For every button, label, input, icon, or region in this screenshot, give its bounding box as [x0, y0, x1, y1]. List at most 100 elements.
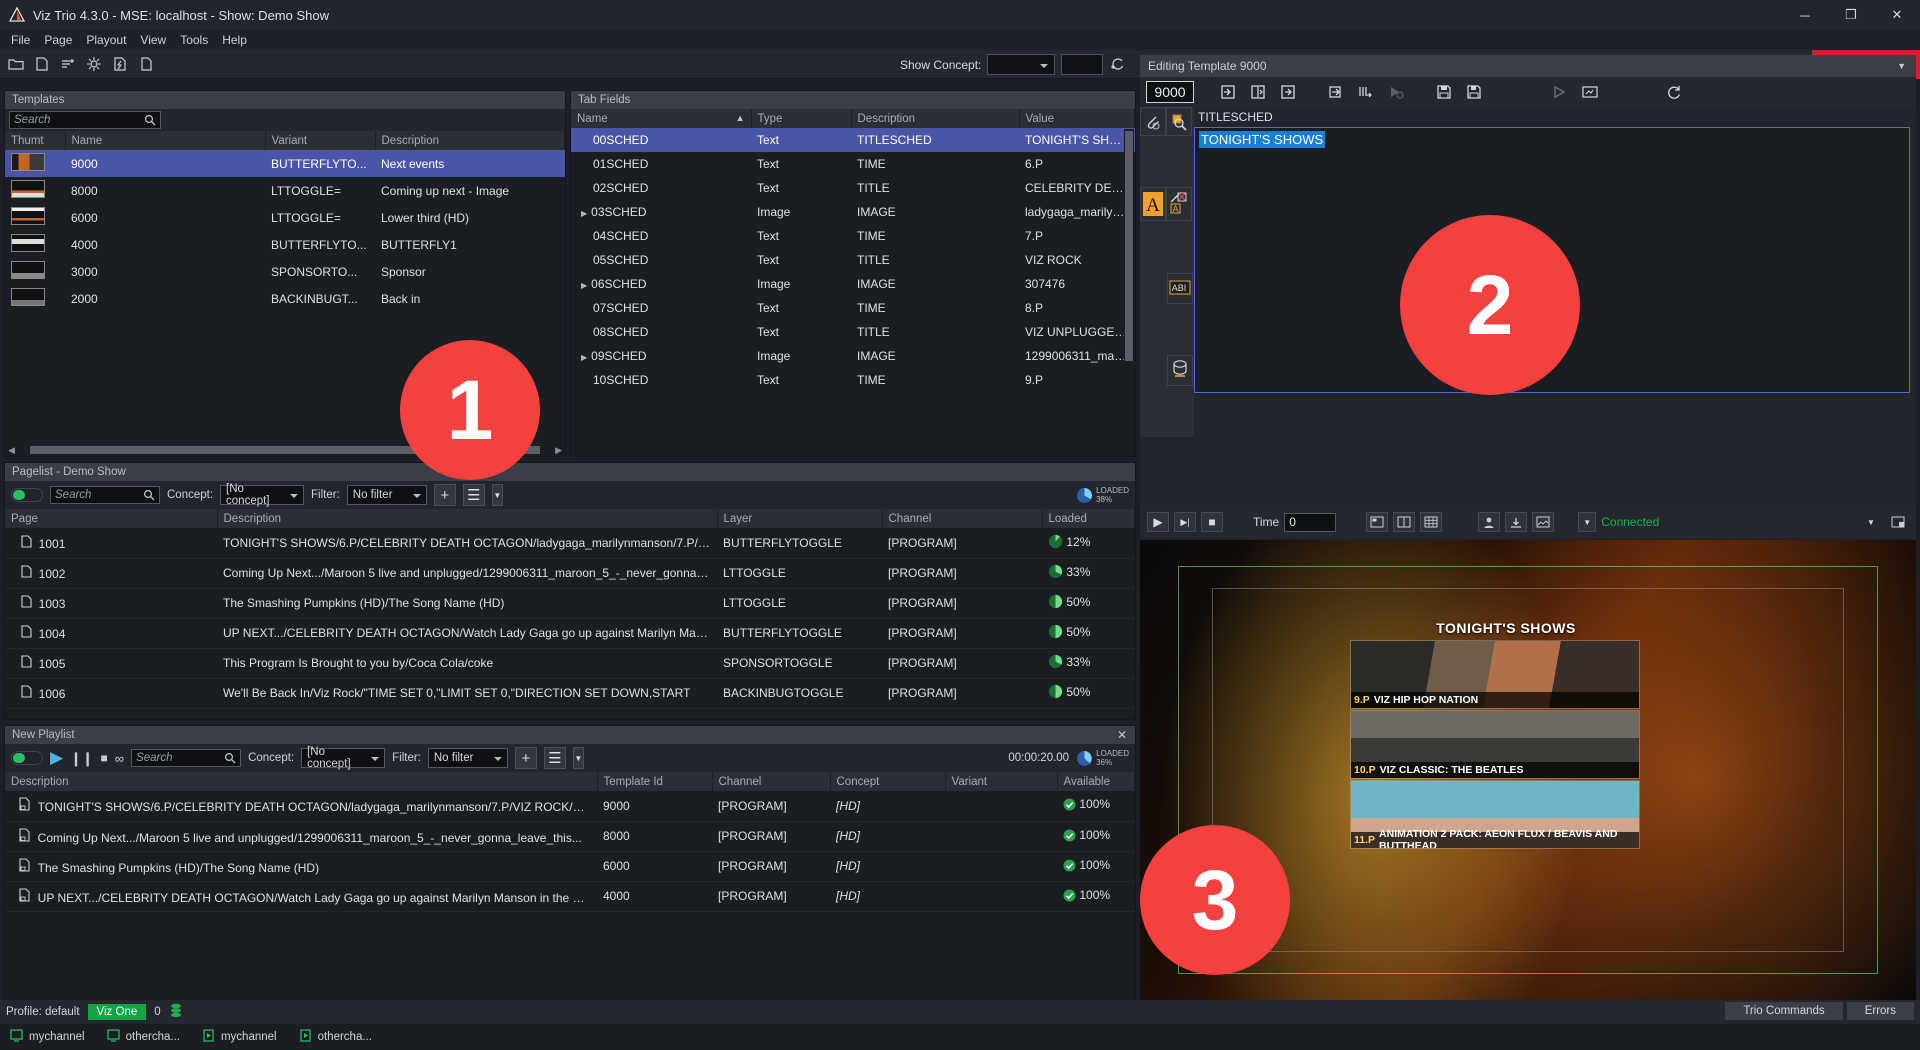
table-row[interactable]: 1005This Program Is Brought to you by/Co…	[5, 648, 1135, 678]
menu-item-tools[interactable]: Tools	[173, 31, 215, 49]
editor-collapse-icon[interactable]: ▼	[1897, 61, 1906, 71]
table-row[interactable]: ▶06SCHEDImageIMAGE307476	[571, 272, 1135, 296]
table-row[interactable]: UP NEXT.../CELEBRITY DEATH OCTAGON/Watch…	[5, 881, 1135, 911]
person-icon[interactable]	[1478, 512, 1500, 532]
expand-caret-icon[interactable]: ▶	[581, 209, 587, 218]
play-icon[interactable]	[1548, 80, 1572, 104]
table-row[interactable]: TONIGHT'S SHOWS/6.P/CELEBRITY DEATH OCTA…	[5, 791, 1135, 821]
table-row[interactable]: 05SCHEDTextTITLEVIZ ROCK	[571, 248, 1135, 272]
settings-icon[interactable]	[82, 52, 106, 76]
table-row[interactable]: 1002Coming Up Next.../Maroon 5 live and …	[5, 558, 1135, 588]
table-row[interactable]: ▶03SCHEDImageIMAGEladygaga_marilynman...	[571, 200, 1135, 224]
pagelist-filter-select[interactable]: No filter	[347, 485, 427, 505]
scroll-right-icon[interactable]: ▶	[552, 445, 565, 456]
templates-search-input[interactable]: Search	[9, 111, 161, 129]
preview-icon[interactable]	[1578, 80, 1602, 104]
playlist-loop-icon[interactable]: ∞	[115, 751, 124, 766]
playlist-pause-icon[interactable]: ❙❙	[70, 750, 93, 767]
tabfields-vscrollbar[interactable]	[1124, 129, 1134, 454]
transport-dropdown-icon[interactable]: ▼	[1578, 512, 1596, 532]
templates-col-description[interactable]: Description	[375, 131, 565, 150]
trio-commands-button[interactable]: Trio Commands	[1725, 1002, 1842, 1020]
table-row[interactable]: 1004UP NEXT.../CELEBRITY DEATH OCTAGON/W…	[5, 618, 1135, 648]
taskbar-item-mychannel-monitor[interactable]: mychannel	[10, 1029, 85, 1045]
taskbar-item-othercha-player[interactable]: othercha...	[299, 1029, 372, 1045]
attach-icon[interactable]	[1140, 107, 1166, 136]
scroll-left-icon[interactable]: ◀	[5, 445, 18, 456]
import-icon[interactable]	[1324, 80, 1348, 104]
grid-icon[interactable]	[1420, 512, 1442, 532]
insert-right-icon[interactable]	[1276, 80, 1300, 104]
pagelist-concept-select[interactable]: [No concept]	[220, 485, 304, 505]
tabfields-scroll-thumb[interactable]	[1125, 131, 1133, 361]
snapshot-icon[interactable]	[1887, 512, 1909, 532]
pagelist-col-channel[interactable]: Channel	[882, 509, 1042, 528]
text-field-icon[interactable]: ABI	[1167, 273, 1193, 304]
transport-time-input[interactable]: 0	[1284, 513, 1336, 532]
refresh-concept-icon[interactable]	[1109, 56, 1126, 74]
newplaylist-add-button[interactable]: +	[515, 747, 537, 769]
newplaylist-close-icon[interactable]: ✕	[1117, 728, 1127, 742]
image-icon[interactable]	[1532, 512, 1554, 532]
templates-col-name[interactable]: Name	[65, 131, 265, 150]
transport-play-button[interactable]: ▶	[1147, 512, 1169, 532]
tabfields-col-type[interactable]: Type	[751, 109, 851, 128]
templates-col-variant[interactable]: Variant	[265, 131, 375, 150]
table-row[interactable]: 2000BACKINBUGT...Back in	[5, 285, 565, 312]
newplaylist-col-concept[interactable]: Concept	[830, 772, 945, 791]
table-row[interactable]: 04SCHEDTextTIME7.P	[571, 224, 1135, 248]
close-button[interactable]: ✕	[1874, 0, 1920, 30]
menu-item-file[interactable]: File	[4, 31, 37, 49]
newplaylist-search-input[interactable]: Search	[131, 749, 241, 767]
pagelist-col-layer[interactable]: Layer	[717, 509, 882, 528]
font-icon[interactable]: A	[1140, 187, 1166, 221]
table-row[interactable]: Coming Up Next.../Maroon 5 live and unpl…	[5, 821, 1135, 851]
tabfields-col-name[interactable]: Name ▲	[571, 109, 751, 128]
newplaylist-filter-select[interactable]: No filter	[428, 748, 508, 768]
newplaylist-concept-select[interactable]: [No concept]	[301, 748, 385, 768]
table-row[interactable]: 4000BUTTERFLYTO...BUTTERFLY1	[5, 231, 565, 258]
transport-step-button[interactable]: ▶|	[1174, 512, 1196, 532]
pagelist-onair-toggle[interactable]	[11, 488, 43, 502]
templates-col-thumb[interactable]: Thumt	[5, 131, 65, 150]
insert-middle-icon[interactable]	[1246, 80, 1270, 104]
table-row[interactable]: 02SCHEDTextTITLECELEBRITY DEATH OCT...	[571, 176, 1135, 200]
expand-caret-icon[interactable]: ▶	[581, 353, 587, 362]
playlist-stop-icon[interactable]: ■	[101, 751, 108, 765]
save-icon[interactable]	[1432, 80, 1456, 104]
taskbar-item-mychannel-player[interactable]: mychannel	[202, 1029, 277, 1045]
table-row[interactable]: 1006We'll Be Back In/Viz Rock/"TIME SET …	[5, 678, 1135, 708]
pagelist-col-description[interactable]: Description	[217, 509, 717, 528]
insert-left-icon[interactable]	[1216, 80, 1240, 104]
menu-item-page[interactable]: Page	[37, 31, 79, 49]
menu-item-playout[interactable]: Playout	[79, 31, 133, 49]
maximize-button[interactable]: ❐	[1828, 0, 1874, 30]
transport-stop-button[interactable]: ■	[1201, 512, 1223, 532]
editor-template-id[interactable]: 9000	[1146, 81, 1194, 103]
newplaylist-col-channel[interactable]: Channel	[712, 772, 830, 791]
errors-button[interactable]: Errors	[1847, 1002, 1914, 1020]
newplaylist-col-template-id[interactable]: Template Id	[597, 772, 712, 791]
newplaylist-menu-dropdown[interactable]: ▼	[573, 747, 584, 769]
save-as-icon[interactable]	[1462, 80, 1486, 104]
inspect-icon[interactable]	[1166, 107, 1192, 136]
pagelist-menu-button[interactable]: ☰	[463, 484, 485, 506]
newplaylist-menu-button[interactable]: ☰	[544, 747, 566, 769]
table-row[interactable]: 01SCHEDTextTIME6.P	[571, 152, 1135, 176]
table-row[interactable]: ▶09SCHEDImageIMAGE1299006311_maroon_...	[571, 344, 1135, 368]
layout-1-icon[interactable]	[1366, 512, 1388, 532]
table-row[interactable]: 07SCHEDTextTIME8.P	[571, 296, 1135, 320]
table-row[interactable]: 9000BUTTERFLYTO...Next events	[5, 150, 565, 177]
expand-caret-icon[interactable]: ▶	[581, 281, 587, 290]
show-concept-field[interactable]	[1061, 54, 1103, 75]
table-row[interactable]: 1003The Smashing Pumpkins (HD)/The Song …	[5, 588, 1135, 618]
tabfields-col-value[interactable]: Value	[1019, 109, 1135, 128]
table-row[interactable]: 08SCHEDTextTITLEVIZ UNPLUGGED: MA...	[571, 320, 1135, 344]
new-page-icon[interactable]	[30, 52, 54, 76]
newplaylist-col-description[interactable]: Description	[5, 772, 597, 791]
pagelist-menu-dropdown[interactable]: ▼	[492, 484, 503, 506]
newplaylist-col-available[interactable]: Available	[1057, 772, 1135, 791]
duplicate-page-icon[interactable]	[134, 52, 158, 76]
download-icon[interactable]	[1505, 512, 1527, 532]
pagelist-search-input[interactable]: Search	[50, 486, 160, 504]
